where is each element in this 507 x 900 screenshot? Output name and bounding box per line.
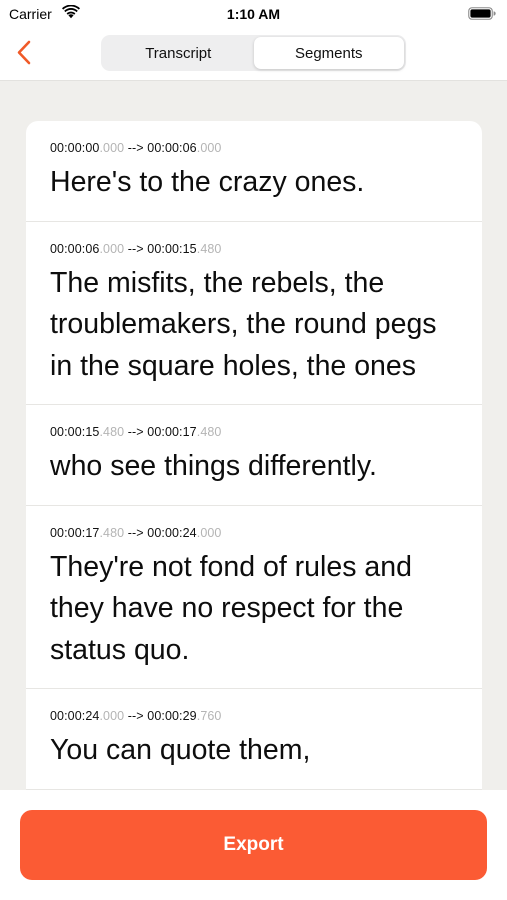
start-time: 00:00:24 xyxy=(50,709,100,723)
end-milliseconds: .480 xyxy=(196,241,222,256)
segment-timestamp: 00:00:24.000 --> 00:00:29.760 xyxy=(50,708,464,724)
time-arrow: --> xyxy=(124,525,148,540)
start-time: 00:00:06 xyxy=(50,241,100,256)
time-arrow: --> xyxy=(124,241,148,256)
view-mode-segmented-control: Transcript Segments xyxy=(101,35,406,71)
status-bar: Carrier 1:10 AM xyxy=(0,0,507,28)
end-time: 00:00:17 xyxy=(147,425,197,439)
segment-timestamp: 00:00:00.000 --> 00:00:06.000 xyxy=(50,140,464,156)
segment-text: who see things differently. xyxy=(50,450,377,482)
export-button[interactable]: Export xyxy=(20,810,487,880)
end-time: 00:00:24 xyxy=(147,525,197,540)
end-milliseconds: .760 xyxy=(196,709,222,723)
segment-text: They're not fond of rules and they have … xyxy=(50,550,412,666)
segment-timestamp: 00:00:06.000 --> 00:00:15.480 xyxy=(50,241,464,257)
end-time: 00:00:15 xyxy=(147,241,197,256)
segment-timestamp: 00:00:17.480 --> 00:00:24.000 xyxy=(50,525,464,541)
segment-item[interactable]: 00:00:00.000 --> 00:00:06.000 Here's to … xyxy=(26,121,482,222)
segment-text: The misfits, the rebels, the troublemake… xyxy=(50,266,437,382)
start-time: 00:00:15 xyxy=(50,425,100,439)
start-time: 00:00:00 xyxy=(50,141,100,155)
status-time: 1:10 AM xyxy=(226,6,281,22)
end-milliseconds: .000 xyxy=(196,141,222,155)
time-arrow: --> xyxy=(124,425,148,439)
segment-text: Here's to the crazy ones. xyxy=(50,166,365,198)
end-milliseconds: .000 xyxy=(196,525,222,540)
back-chevron-icon[interactable] xyxy=(10,38,40,68)
segment-timestamp: 00:00:15.480 --> 00:00:17.480 xyxy=(50,424,464,440)
segments-list: 00:00:00.000 --> 00:00:06.000 Here's to … xyxy=(26,121,482,841)
bottom-toolbar: Export xyxy=(0,790,507,900)
tab-segments[interactable]: Segments xyxy=(253,37,404,69)
time-arrow: --> xyxy=(124,709,148,723)
segment-text: You can quote them, xyxy=(50,734,311,766)
start-milliseconds: .000 xyxy=(99,141,125,155)
start-time: 00:00:17 xyxy=(50,525,100,540)
segment-item[interactable]: 00:00:15.480 --> 00:00:17.480 who see th… xyxy=(26,405,482,506)
start-milliseconds: .480 xyxy=(99,425,125,439)
end-time: 00:00:06 xyxy=(147,141,197,155)
tab-transcript[interactable]: Transcript xyxy=(103,37,254,69)
battery-icon xyxy=(468,7,496,20)
segment-item[interactable]: 00:00:24.000 --> 00:00:29.760 You can qu… xyxy=(26,689,482,790)
start-milliseconds: .000 xyxy=(99,709,125,723)
segment-item[interactable]: 00:00:17.480 --> 00:00:24.000 They're no… xyxy=(26,506,482,689)
start-milliseconds: .480 xyxy=(99,525,125,540)
start-milliseconds: .000 xyxy=(99,241,125,256)
navigation-bar: Transcript Segments xyxy=(0,28,507,81)
end-time: 00:00:29 xyxy=(147,709,197,723)
end-milliseconds: .480 xyxy=(196,425,222,439)
time-arrow: --> xyxy=(124,141,148,155)
segment-item[interactable]: 00:00:06.000 --> 00:00:15.480 The misfit… xyxy=(26,222,482,405)
